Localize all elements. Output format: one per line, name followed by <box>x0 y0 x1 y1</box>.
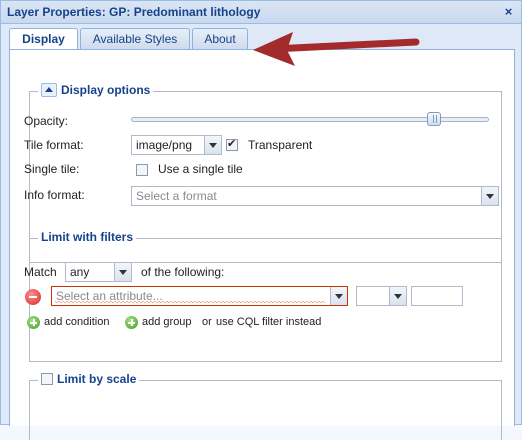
annotation-arrow <box>253 32 420 66</box>
display-options-legend: Display options <box>38 83 154 97</box>
add-condition-link[interactable]: add condition <box>44 316 109 328</box>
add-group-icon[interactable] <box>125 316 138 329</box>
collapse-up-icon[interactable] <box>41 83 57 97</box>
layer-properties-window: Layer Properties: GP: Predominant lithol… <box>0 0 522 440</box>
chevron-down-icon[interactable] <box>389 287 406 305</box>
value-input[interactable] <box>411 286 463 306</box>
tile-format-label: Tile format: <box>24 138 84 152</box>
add-group-link[interactable]: add group <box>142 316 192 328</box>
filters-legend: Limit with filters <box>38 230 137 244</box>
filters-title: Limit with filters <box>41 230 134 244</box>
window-titlebar[interactable]: Layer Properties: GP: Predominant lithol… <box>1 1 521 24</box>
opacity-slider-thumb[interactable] <box>426 112 441 126</box>
operator-combo[interactable] <box>356 286 407 306</box>
close-icon[interactable]: × <box>502 5 515 18</box>
display-options-title: Display options <box>61 83 151 97</box>
info-format-label: Info format: <box>24 188 85 202</box>
window-title: Layer Properties: GP: Predominant lithol… <box>7 5 261 19</box>
scale-fieldset: Limit by scale <box>29 372 502 440</box>
scale-legend: Limit by scale <box>38 372 140 386</box>
tile-format-combo[interactable]: image/png <box>131 135 222 155</box>
chevron-down-icon[interactable] <box>114 263 131 281</box>
cql-filter-link[interactable]: use CQL filter instead <box>216 316 321 328</box>
tile-format-value: image/png <box>136 138 193 152</box>
invalid-underline <box>55 301 325 304</box>
scale-title: Limit by scale <box>57 372 137 386</box>
single-tile-label: Single tile: <box>24 162 80 176</box>
info-format-placeholder: Select a format <box>136 189 217 203</box>
add-condition-icon[interactable] <box>27 316 40 329</box>
single-tile-option-label: Use a single tile <box>158 162 243 176</box>
info-format-combo[interactable]: Select a format <box>131 186 499 206</box>
limit-by-scale-checkbox[interactable] <box>41 373 53 385</box>
following-label: of the following: <box>141 265 225 279</box>
chevron-down-icon[interactable] <box>481 187 498 205</box>
match-label: Match <box>24 265 57 279</box>
or-label: or <box>202 316 212 328</box>
remove-condition-icon[interactable] <box>25 289 41 305</box>
attribute-combo[interactable]: Select an attribute... <box>51 286 348 306</box>
single-tile-checkbox[interactable] <box>136 164 148 176</box>
match-combo[interactable]: any <box>65 262 132 282</box>
transparent-checkbox[interactable] <box>226 137 238 151</box>
chevron-down-icon[interactable] <box>330 287 347 305</box>
tab-available-styles[interactable]: Available Styles <box>80 28 190 49</box>
opacity-label: Opacity: <box>24 114 69 128</box>
tab-display[interactable]: Display <box>9 28 78 50</box>
transparent-label: Transparent <box>248 138 313 152</box>
match-value: any <box>70 265 90 279</box>
chevron-down-icon[interactable] <box>204 136 221 154</box>
tab-about[interactable]: About <box>192 28 248 49</box>
display-panel: Display options Opacity: Tile format: im… <box>9 50 515 440</box>
